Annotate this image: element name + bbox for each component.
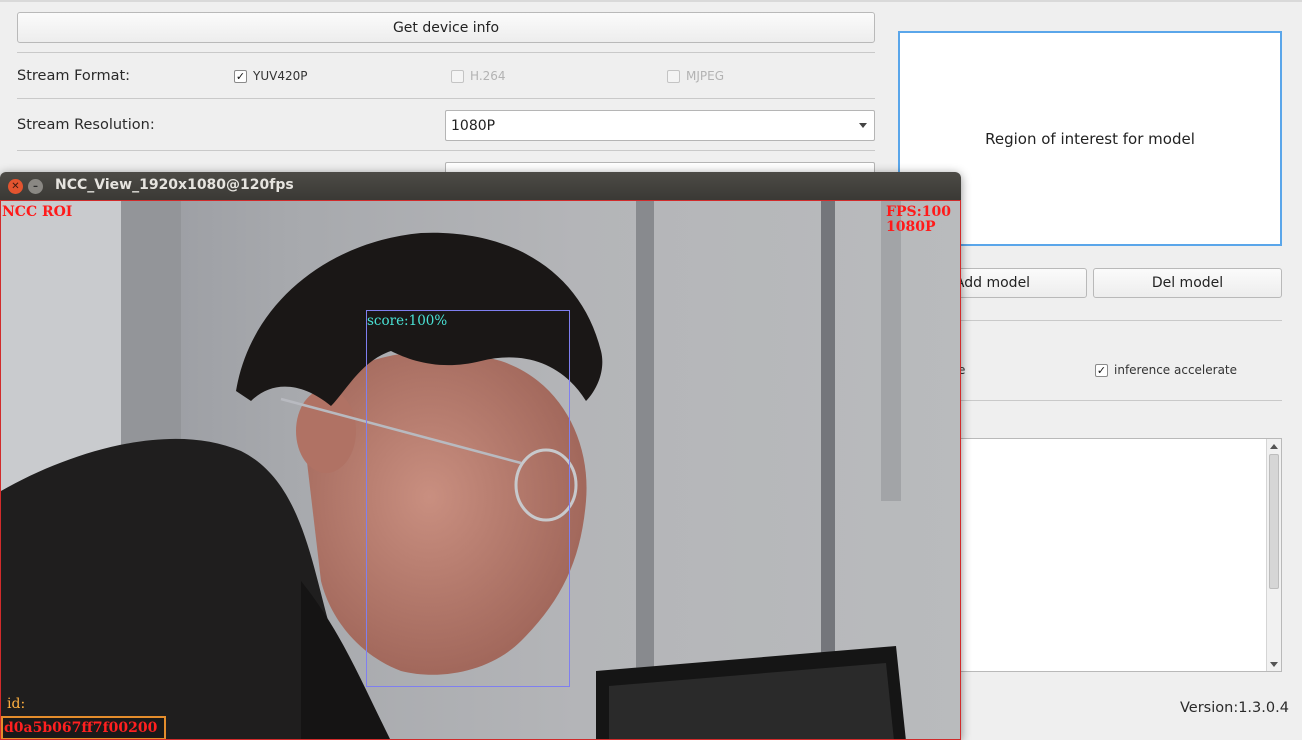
checkbox-box[interactable]: ✓ [234, 69, 247, 83]
format-checkbox-yuv420p[interactable]: ✓ YUV420P [234, 69, 307, 83]
divider [17, 150, 875, 151]
resolution-overlay: 1080P [886, 219, 936, 235]
id-value-box: d0a5b067ff7f00200 [1, 716, 166, 739]
stream-resolution-label: Stream Resolution: [17, 117, 155, 133]
roi-placeholder: Region of interest for model [985, 129, 1195, 148]
checkbox-box[interactable] [451, 69, 464, 83]
ncc-titlebar[interactable]: ✕ – NCC_View_1920x1080@120fps [0, 172, 961, 200]
format-label: YUV420P [253, 69, 308, 83]
resolution-value: 1080P [451, 117, 496, 134]
arrow-up-icon [1270, 443, 1278, 449]
format-label: MJPEG [686, 69, 725, 83]
scrollbar-thumb[interactable] [1269, 454, 1279, 589]
log-scrollbar[interactable] [1266, 439, 1281, 671]
scroll-down-button[interactable] [1267, 658, 1281, 670]
score-label: score:100% [367, 313, 448, 329]
curtain-fold [881, 201, 901, 501]
get-device-info-label: Get device info [392, 19, 500, 36]
curtain-fold [636, 201, 654, 671]
ncc-roi-label: NCC ROI [2, 204, 73, 220]
face-detection-box [366, 310, 570, 687]
minimize-icon[interactable]: – [28, 179, 43, 194]
format-label: H.264 [470, 69, 506, 83]
window-top-edge [0, 0, 1302, 2]
fps-label: FPS:100 [886, 204, 951, 220]
format-checkbox-h264[interactable]: H.264 [451, 69, 506, 83]
checkbox-box[interactable]: ✓ [1095, 363, 1108, 377]
inference-accelerate-label: inference accelerate [1114, 363, 1238, 377]
del-model-label: Del model [1151, 275, 1224, 291]
id-value: d0a5b067ff7f00200 [4, 720, 158, 736]
checkbox-box[interactable] [667, 69, 680, 83]
ncc-window-title: NCC_View_1920x1080@120fps [55, 177, 294, 193]
del-model-button[interactable]: Del model [1093, 268, 1282, 298]
arrow-down-icon [1270, 661, 1278, 667]
divider [17, 52, 875, 53]
version-label: Version:1.3.0.4 [1180, 700, 1289, 716]
scroll-up-button[interactable] [1267, 440, 1281, 452]
divider [17, 98, 875, 99]
inference-accelerate-checkbox[interactable]: ✓ inference accelerate [1095, 363, 1237, 377]
stream-format-label: Stream Format: [17, 68, 131, 84]
curtain-fold [821, 201, 835, 721]
resolution-select[interactable]: 1080P [445, 110, 875, 141]
id-label: id: [7, 696, 26, 712]
get-device-info-button[interactable]: Get device info [17, 12, 875, 43]
chevron-down-icon [859, 123, 867, 128]
ncc-view-window[interactable]: ✕ – NCC_View_1920x1080@120fps NCC ROI FP… [0, 172, 961, 740]
add-model-label: Add model [954, 275, 1031, 291]
format-checkbox-mjpeg[interactable]: MJPEG [667, 69, 724, 83]
camera-feed: NCC ROI FPS:100 1080P score:100% id: d0a… [0, 200, 961, 740]
close-icon[interactable]: ✕ [8, 179, 23, 194]
